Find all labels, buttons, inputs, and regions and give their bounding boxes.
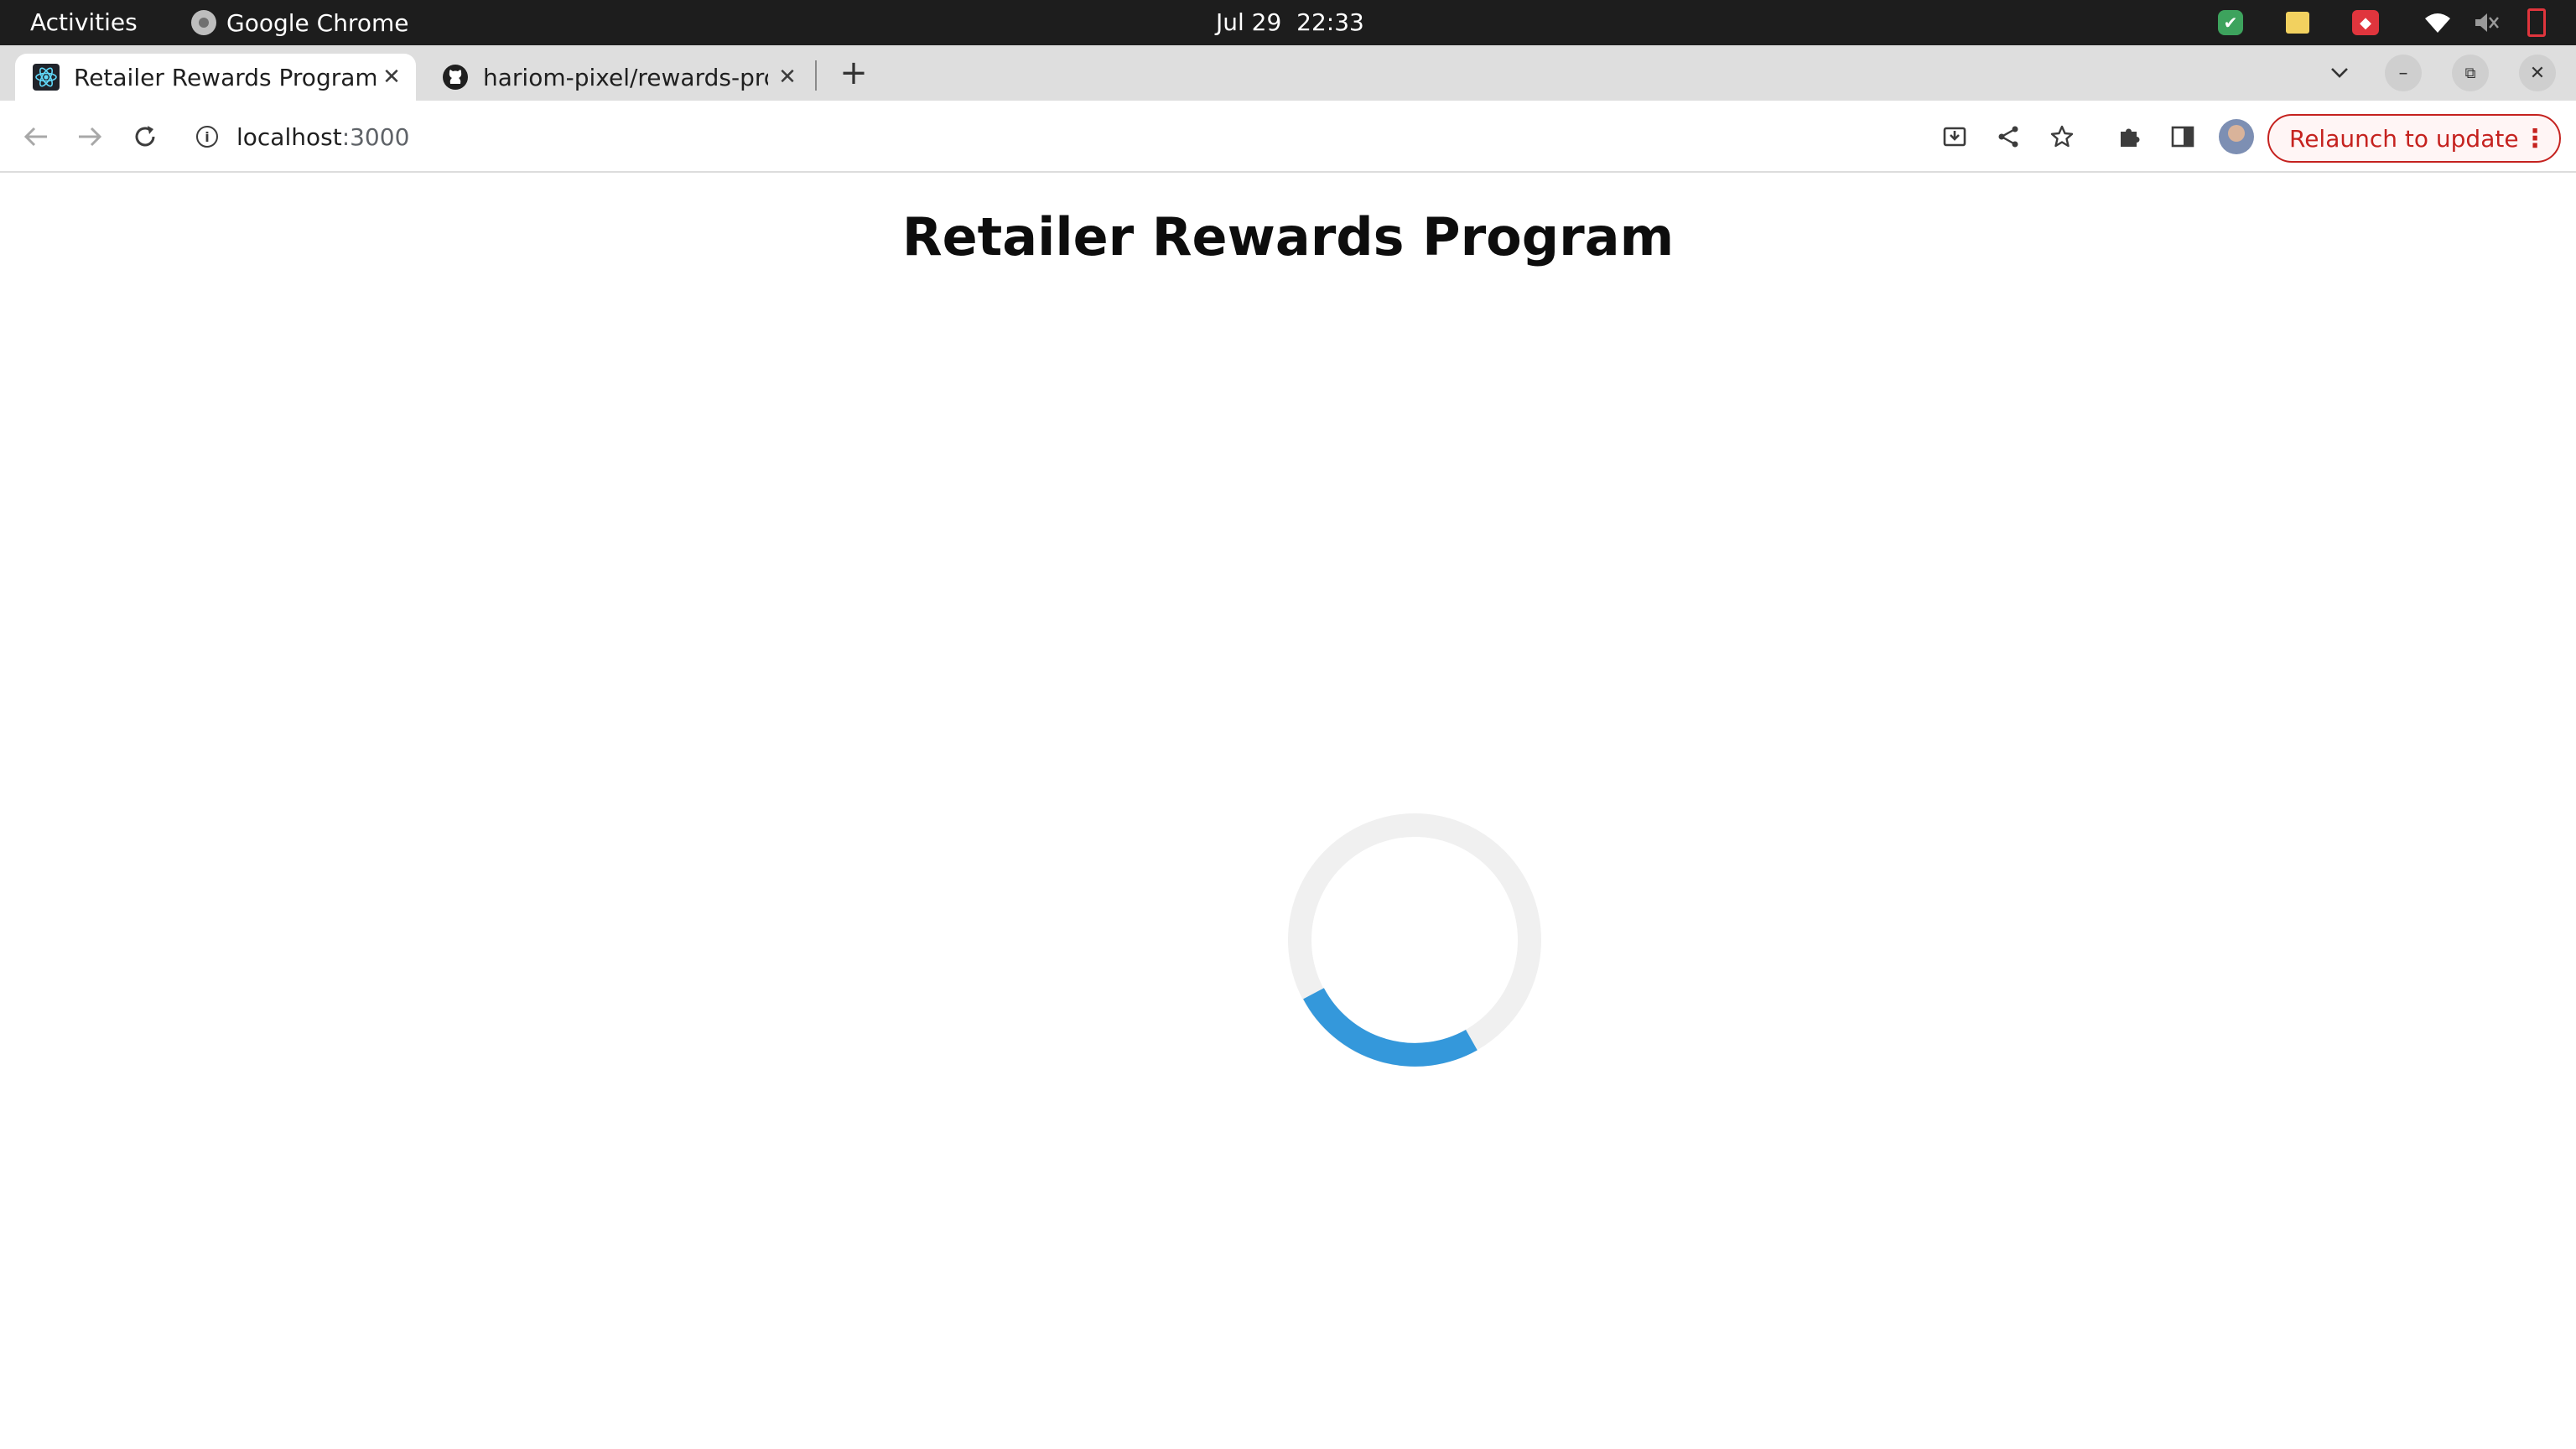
profile-avatar[interactable] xyxy=(2219,119,2254,154)
system-top-bar: Activities Google Chrome Jul 29 22:33 ✔ … xyxy=(0,0,2576,45)
volume-muted-icon[interactable] xyxy=(2472,0,2501,45)
more-menu-icon[interactable]: ⋮ xyxy=(2522,124,2547,153)
tab-github-rewards[interactable]: hariom-pixel/rewards-pro ✕ xyxy=(424,54,812,101)
tab-retailer-rewards[interactable]: Retailer Rewards Program ✕ xyxy=(15,54,416,101)
back-arrow-icon[interactable] xyxy=(17,117,55,156)
tab-strip: Retailer Rewards Program ✕ hariom-pixel/… xyxy=(0,45,2576,101)
app-name: Google Chrome xyxy=(226,8,409,37)
new-tab-button[interactable]: + xyxy=(837,55,870,91)
tab-title: hariom-pixel/rewards-pro xyxy=(483,63,768,91)
shield-check-icon[interactable]: ✔ xyxy=(2217,0,2244,45)
forward-arrow-icon[interactable] xyxy=(70,117,109,156)
close-tab-icon[interactable]: ✕ xyxy=(775,65,800,90)
url-text: localhost:3000 xyxy=(236,122,410,151)
anydesk-icon[interactable]: ◆ xyxy=(2351,0,2380,45)
share-icon[interactable] xyxy=(1989,117,2028,156)
bookmark-star-icon[interactable] xyxy=(2043,117,2081,156)
date-label: Jul 29 xyxy=(1216,8,1282,36)
relaunch-to-update-button[interactable]: Relaunch to update ⋮ xyxy=(2267,114,2561,163)
relaunch-label: Relaunch to update xyxy=(2289,124,2519,153)
activities-button[interactable]: Activities xyxy=(30,0,138,45)
app-menu[interactable]: Google Chrome xyxy=(191,0,408,45)
close-window-button[interactable]: ✕ xyxy=(2519,55,2556,91)
tab-separator xyxy=(815,60,817,91)
tab-title: Retailer Rewards Program xyxy=(74,63,376,91)
clock[interactable]: Jul 29 22:33 xyxy=(1216,0,1364,45)
tab-search-chevron-icon[interactable] xyxy=(2323,55,2356,91)
wifi-icon[interactable] xyxy=(2423,0,2452,45)
restore-button[interactable]: ⧉ xyxy=(2452,55,2489,91)
side-panel-icon[interactable] xyxy=(2163,117,2202,156)
minimize-button[interactable]: – xyxy=(2385,55,2422,91)
extensions-puzzle-icon[interactable] xyxy=(2110,117,2148,156)
page-title: Retailer Rewards Program xyxy=(901,206,1675,267)
site-info-icon[interactable]: i xyxy=(196,126,218,148)
close-tab-icon[interactable]: ✕ xyxy=(379,65,404,90)
time-label: 22:33 xyxy=(1296,8,1364,36)
react-icon xyxy=(32,63,60,91)
reload-icon[interactable] xyxy=(126,117,164,156)
github-icon xyxy=(441,63,470,91)
battery-low-icon[interactable] xyxy=(2524,0,2549,45)
browser-toolbar: i localhost:3000 Relaunch to update ⋮ xyxy=(0,101,2576,173)
spinner-arc xyxy=(1303,988,1478,1067)
loading-spinner xyxy=(1288,813,1541,1067)
install-app-icon[interactable] xyxy=(1935,117,1974,156)
chrome-icon xyxy=(191,10,216,35)
sticky-note-icon[interactable] xyxy=(2284,0,2311,45)
address-bar[interactable]: i localhost:3000 xyxy=(179,112,2100,161)
